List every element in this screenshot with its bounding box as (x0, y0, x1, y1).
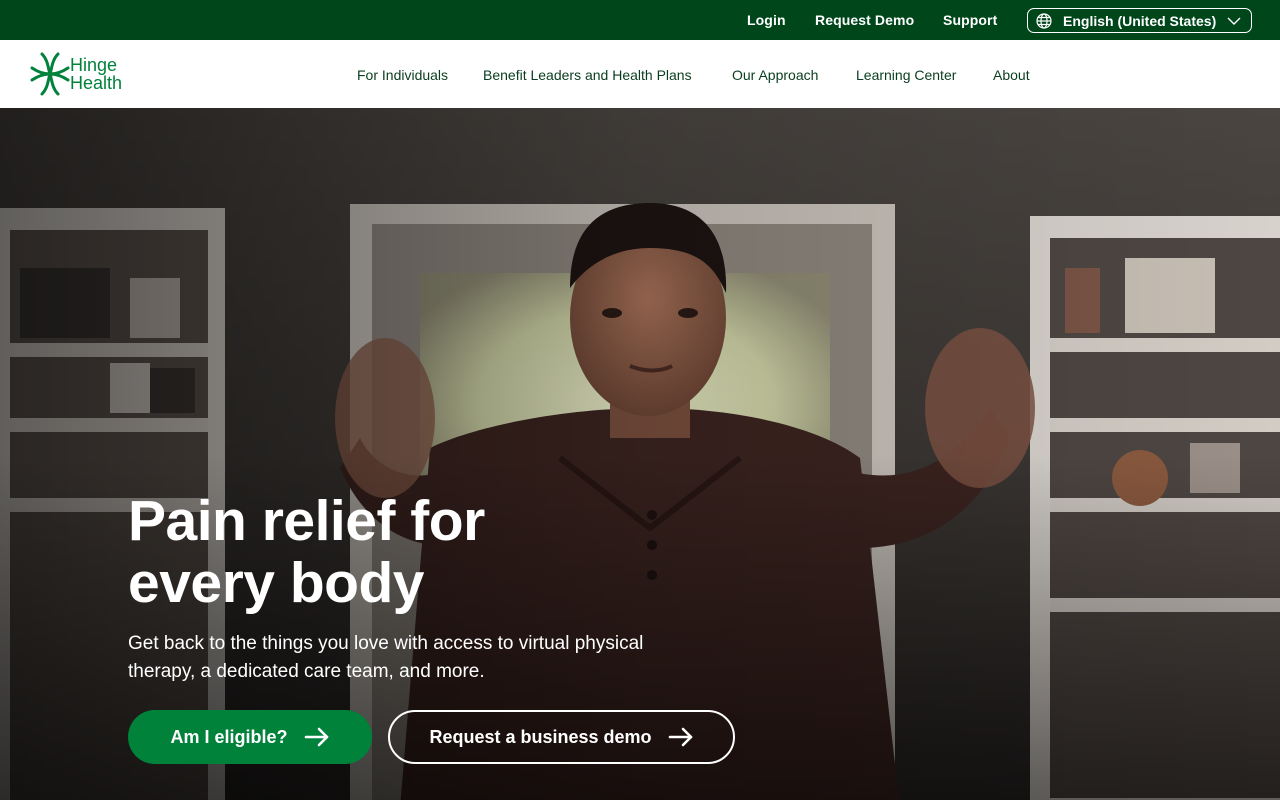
nav-learning-center[interactable]: Learning Center (856, 67, 956, 83)
login-link[interactable]: Login (747, 12, 786, 28)
language-select[interactable]: English (United States) (1027, 8, 1252, 33)
language-label: English (United States) (1063, 12, 1217, 29)
nav-our-approach[interactable]: Our Approach (732, 67, 818, 83)
utility-bar: Login Request Demo Support English (Unit… (0, 0, 1280, 40)
arrow-right-icon (668, 727, 694, 747)
am-i-eligible-button[interactable]: Am I eligible? (128, 710, 372, 764)
hero-subtitle: Get back to the things you love with acc… (128, 633, 644, 682)
hinge-logo-icon (28, 50, 72, 98)
hero-title-line-2: every body (128, 551, 424, 615)
support-link[interactable]: Support (943, 12, 997, 28)
arrow-right-icon (304, 727, 330, 747)
request-business-demo-label: Request a business demo (429, 726, 652, 747)
nav-about[interactable]: About (993, 67, 1030, 83)
hinge-health-logo[interactable]: Hinge Health (28, 49, 144, 99)
hero-section (0, 108, 1280, 800)
hero-title-line-1: Pain relief for (128, 489, 485, 553)
main-nav: Hinge Health For Individuals Benefit Lea… (0, 40, 1280, 108)
hero-photo (0, 108, 1280, 800)
nav-benefit-leaders[interactable]: Benefit Leaders and Health Plans (483, 67, 692, 83)
chevron-down-icon (1227, 15, 1241, 27)
request-demo-link[interactable]: Request Demo (815, 12, 914, 28)
nav-for-individuals[interactable]: For Individuals (357, 67, 448, 83)
request-business-demo-button[interactable]: Request a business demo (388, 710, 735, 764)
logo-wordmark: Hinge Health (70, 56, 122, 92)
logo-word-health: Health (70, 73, 123, 93)
globe-icon (1036, 12, 1052, 29)
am-i-eligible-label: Am I eligible? (170, 726, 288, 747)
logo-word-hinge: Hinge (70, 55, 118, 75)
hero-title: Pain relief for every body (128, 490, 485, 614)
